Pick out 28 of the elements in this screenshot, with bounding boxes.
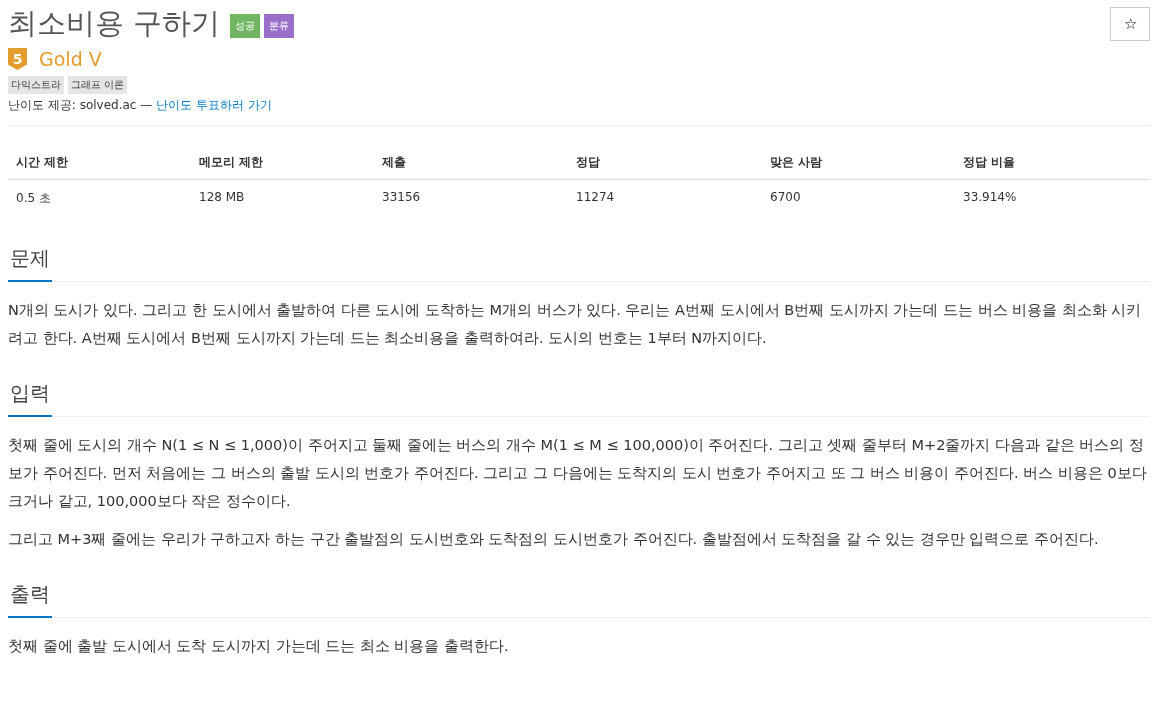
tier-name: Gold V: [39, 48, 102, 70]
paragraph: N개의 도시가 있다. 그리고 한 도시에서 출발하여 다른 도시에 도착하는 M개의 버스가 있다. 우리는 A번째 도시에서 B번째 도시까지 가는데 드는 버스 비용을 최소화 시키려고 한다. A번째 도시에서 B번째 도시까지 가는데 드는 최소비용을 출력하여라. 도시의 번호는 1부터 N까지이다.: [8, 301, 1143, 348]
algorithm-tag[interactable]: 그래프 이론: [68, 76, 128, 94]
problem-title: 최소비용 구하기: [8, 5, 221, 42]
section-heading: 입력: [8, 372, 52, 417]
algorithm-tag[interactable]: 다익스트라: [8, 76, 64, 94]
table-cell-text: 33.914%: [962, 189, 1018, 206]
column-header: 맞은 사람: [762, 146, 955, 180]
column-header: 메모리 제한: [191, 146, 374, 180]
table-cell-text: 0.5 초: [15, 190, 52, 207]
status-label[interactable]: 분류: [264, 14, 295, 38]
table-cell-text: 11274: [575, 189, 616, 206]
table-cell-text: 6700: [769, 189, 802, 206]
vote-link[interactable]: 난이도 투표하러 가기: [156, 97, 272, 114]
table-cell-text: 33156: [381, 189, 422, 206]
favorite-button[interactable]: ☆: [1110, 7, 1150, 41]
difficulty-credit: 난이도 제공: solved.ac —: [8, 97, 153, 114]
section-heading: 문제: [8, 237, 52, 282]
section-heading: 출력: [8, 573, 52, 618]
paragraph: 첫째 줄에 도시의 개수 N(1 ≤ N ≤ 1,000)이 주어지고 둘째 줄에는 버스의 개수 M(1 ≤ M ≤ 100,000)이 주어진다. 그리고 셋째 줄부터 M+2줄까지 다음과 같은 버스의 정보가 주어진다. 먼저 처음에는 그 버스의 출발 도시의 번호가 주어진다. 그리고 그 다음에는 도착지의 도시 번호가 주어지고 또 그 버스 비용이 주어진다. 버스 비용은 0보다 크거나 같고, 100,000보다 작은 정수이다.: [8, 436, 1148, 511]
table-cell-text: 128 MB: [198, 189, 246, 206]
column-header: 정답 비율: [955, 146, 1150, 180]
paragraph: 그리고 M+3째 줄에는 우리가 구하고자 하는 구간 출발점의 도시번호와 도착점의 도시번호가 주어진다. 출발점에서 도착점을 갈 수 있는 경우만 입력으로 주어진다.: [8, 530, 1100, 549]
column-header: 정답: [568, 146, 762, 180]
column-header: 제출: [374, 146, 568, 180]
paragraph: 첫째 줄에 출발 도시에서 도착 도시까지 가는데 드는 최소 비용을 출력한다.: [8, 637, 510, 656]
column-header: 시간 제한: [8, 146, 191, 180]
tier-badge: 5: [8, 48, 27, 70]
